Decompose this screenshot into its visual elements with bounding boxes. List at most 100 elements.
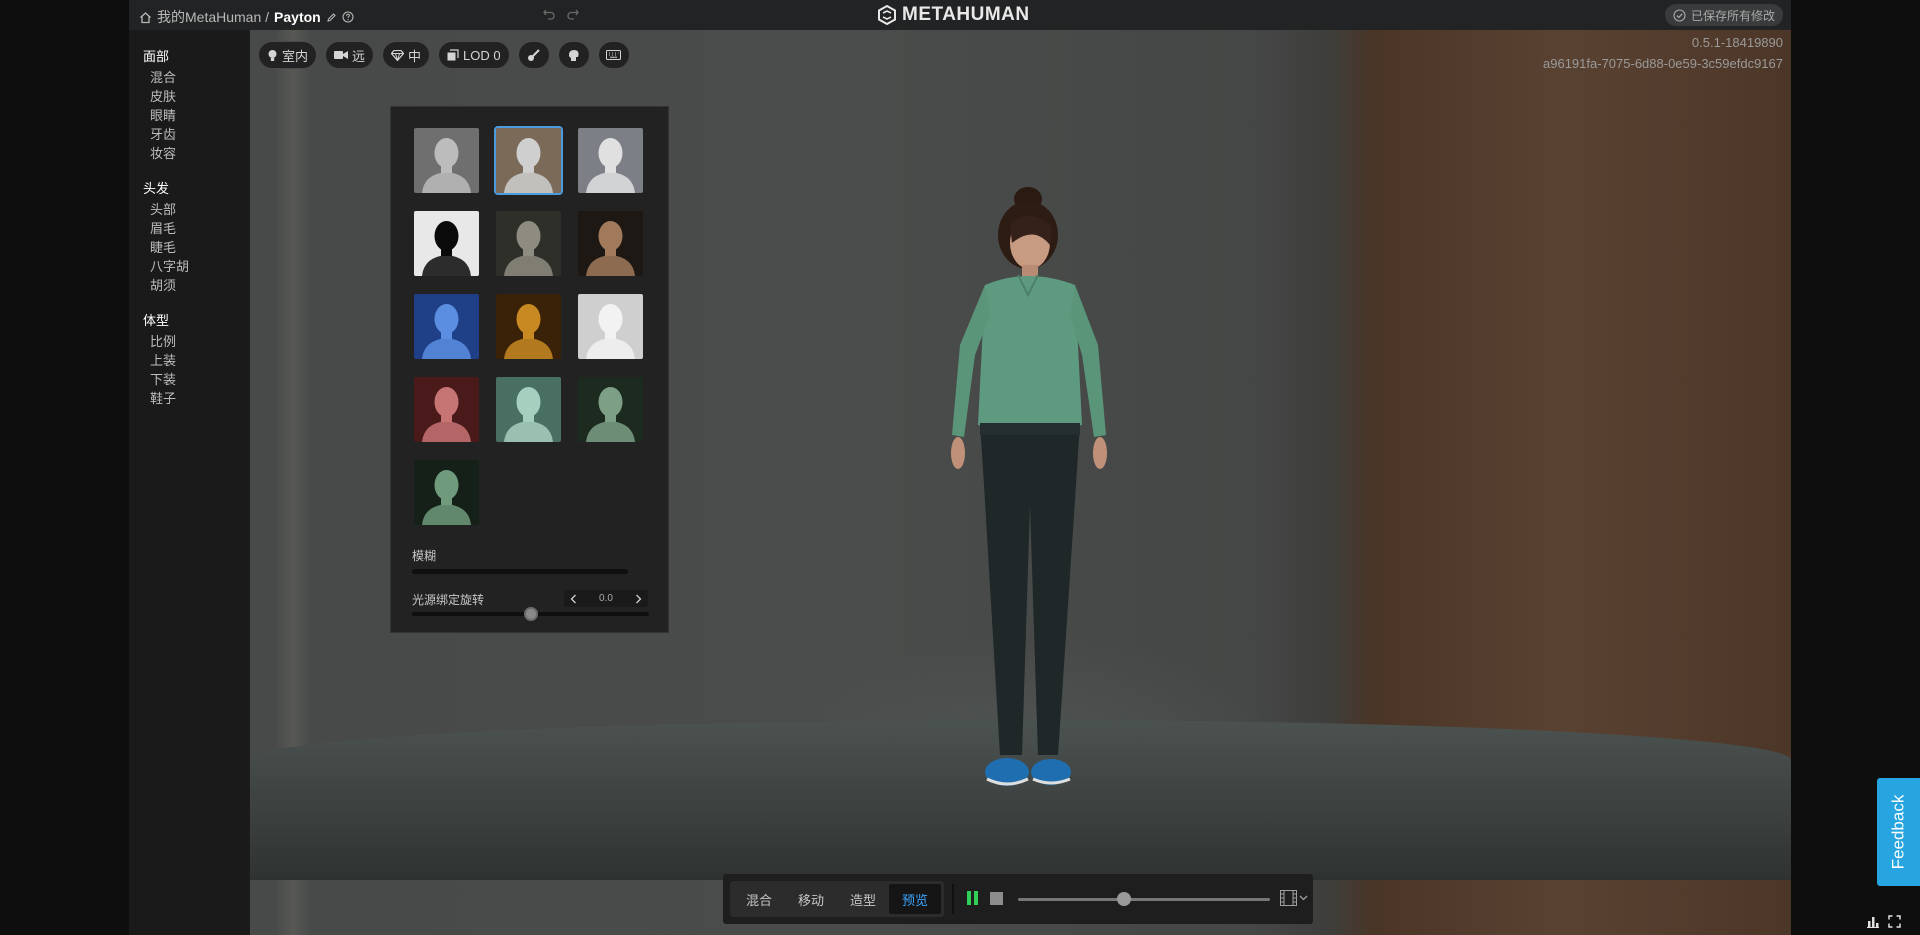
lighting-preset-studio[interactable] (414, 128, 479, 193)
breadcrumb-current: Payton (274, 9, 321, 25)
feedback-button[interactable]: Feedback (1877, 778, 1920, 886)
divider (952, 884, 954, 914)
head-view-button[interactable] (557, 41, 590, 69)
timeline-handle[interactable] (1116, 892, 1131, 906)
video-camera-icon (334, 50, 349, 60)
save-status-text: 已保存所有修改 (1690, 8, 1775, 23)
blur-slider[interactable] (412, 569, 628, 574)
stop-button[interactable] (990, 892, 1003, 905)
sidebar: 面部混合 皮肤 眼睛 牙齿 妆容头发头部 眉毛 睫毛 八字胡 胡须体型比例 上装 下装 鞋子 (129, 30, 249, 935)
character-preview[interactable] (930, 185, 1120, 805)
diamond-icon (391, 49, 405, 61)
mode-tab[interactable]: 混合 (733, 884, 785, 914)
render-mode-button[interactable] (517, 41, 550, 69)
lighting-preset-silhouette[interactable] (414, 211, 479, 276)
redo-icon[interactable] (566, 7, 580, 21)
lighting-preset-dim[interactable] (496, 211, 561, 276)
quality-button[interactable]: 中 (382, 41, 431, 69)
camera-label: 远 (352, 48, 366, 64)
sidebar-item[interactable]: 睫毛 (143, 238, 249, 257)
mode-switcher: 混合 移动 造型 预览 (730, 881, 945, 917)
sidebar-item[interactable]: 牙齿 (143, 125, 249, 144)
sidebar-item[interactable]: 眉毛 (143, 219, 249, 238)
breadcrumb-root[interactable]: 我的MetaHuman / (157, 7, 269, 27)
lighting-preset-teal[interactable] (496, 377, 561, 442)
lod-label: LOD 0 (463, 47, 501, 63)
lighting-preset-studio-cool[interactable] (578, 128, 643, 193)
home-icon[interactable] (139, 11, 152, 24)
mode-tab[interactable]: 移动 (785, 884, 837, 914)
corner-controls (1866, 915, 1901, 928)
save-status-badge: 已保存所有修改 (1664, 4, 1783, 26)
sidebar-item[interactable]: 眼睛 (143, 106, 249, 125)
sidebar-item[interactable]: 比例 (143, 332, 249, 351)
keyboard-button[interactable] (597, 41, 630, 69)
keyboard-icon (606, 50, 622, 60)
sidebar-section: 头发头部 眉毛 睫毛 八字胡 胡须 (129, 181, 249, 295)
viewport-toolbar: 室内 远 中 LOD 0 (258, 41, 630, 69)
sidebar-item[interactable]: 混合 (143, 68, 249, 87)
timeline-track[interactable] (1018, 898, 1270, 901)
sidebar-item[interactable]: 上装 (143, 351, 249, 370)
sidebar-item[interactable]: 鞋子 (143, 389, 249, 408)
lighting-preset-red[interactable] (414, 377, 479, 442)
lighting-preset-blue[interactable] (414, 294, 479, 359)
metahuman-logo-icon (877, 5, 897, 25)
lighting-button[interactable]: 室内 (258, 41, 318, 69)
version-info: 0.5.1-18419890 a96191fa-7075-6d88-0e59-3… (1543, 32, 1783, 74)
playback-bar: 混合 移动 造型 预览 (723, 874, 1313, 924)
sidebar-item[interactable]: 妆容 (143, 144, 249, 163)
light-rotation-value[interactable]: 0.0 (599, 593, 613, 604)
lighting-preset-amber[interactable] (496, 294, 561, 359)
lighting-preset-green-night[interactable] (578, 377, 643, 442)
metahuman-logo: METAHUMAN (877, 4, 1030, 26)
sidebar-section-title[interactable]: 头发 (143, 181, 249, 197)
camera-angle-dropdown[interactable] (1280, 890, 1308, 906)
sidebar-section: 体型比例 上装 下装 鞋子 (129, 313, 249, 408)
feedback-label: Feedback (1888, 794, 1908, 870)
blur-label: 模糊 (412, 549, 437, 563)
mode-tab[interactable]: 造型 (837, 884, 889, 914)
sidebar-item[interactable]: 皮肤 (143, 87, 249, 106)
light-rotation-label: 光源绑定旋转 (412, 593, 485, 607)
stats-icon[interactable] (1866, 915, 1880, 928)
mode-tab[interactable]: 预览 (889, 884, 942, 914)
viewport-3d[interactable]: 0.5.1-18419890 a96191fa-7075-6d88-0e59-3… (250, 30, 1791, 935)
undo-icon[interactable] (542, 7, 556, 21)
logo-text: METAHUMAN (902, 4, 1030, 25)
breadcrumb: 我的MetaHuman / Payton (139, 7, 354, 27)
sidebar-section: 面部混合 皮肤 眼睛 牙齿 妆容 (129, 49, 249, 163)
head-icon (567, 49, 580, 62)
chevron-left-icon[interactable] (570, 594, 577, 604)
camera-button[interactable]: 远 (325, 41, 375, 69)
film-icon (1280, 890, 1297, 906)
lighting-panel: 模糊 光源绑定旋转 0.0 (390, 106, 669, 633)
chevron-down-icon (1299, 895, 1308, 901)
lighting-preset-grid (414, 126, 643, 525)
chevron-right-icon[interactable] (635, 594, 642, 604)
brush-icon (527, 48, 540, 62)
bulb-icon (267, 49, 278, 62)
sidebar-item[interactable]: 头部 (143, 200, 249, 219)
pause-button[interactable] (967, 891, 978, 905)
lighting-preset-green-bokeh[interactable] (414, 460, 479, 525)
lighting-preset-low-key[interactable] (578, 211, 643, 276)
metahuman-app: 我的MetaHuman / Payton METAHUMAN 已保存所有修改 面… (129, 0, 1791, 935)
sidebar-item[interactable]: 八字胡 (143, 257, 249, 276)
edit-icon[interactable] (326, 12, 337, 23)
sidebar-section-title[interactable]: 面部 (143, 49, 249, 65)
lod-button[interactable]: LOD 0 (438, 41, 510, 69)
sidebar-item[interactable]: 下装 (143, 370, 249, 389)
top-bar: 我的MetaHuman / Payton METAHUMAN 已保存所有修改 (129, 0, 1791, 30)
sidebar-section-title[interactable]: 体型 (143, 313, 249, 329)
quality-label: 中 (408, 48, 422, 64)
lod-icon (447, 49, 459, 61)
check-circle-icon (1673, 8, 1686, 22)
help-icon[interactable] (342, 11, 354, 23)
lighting-preset-bright[interactable] (578, 294, 643, 359)
lighting-preset-studio-warm[interactable] (494, 126, 563, 195)
fullscreen-icon[interactable] (1888, 915, 1901, 928)
lighting-label: 室内 (282, 48, 309, 64)
light-rotation-slider-handle[interactable] (524, 607, 538, 621)
sidebar-item[interactable]: 胡须 (143, 276, 249, 295)
